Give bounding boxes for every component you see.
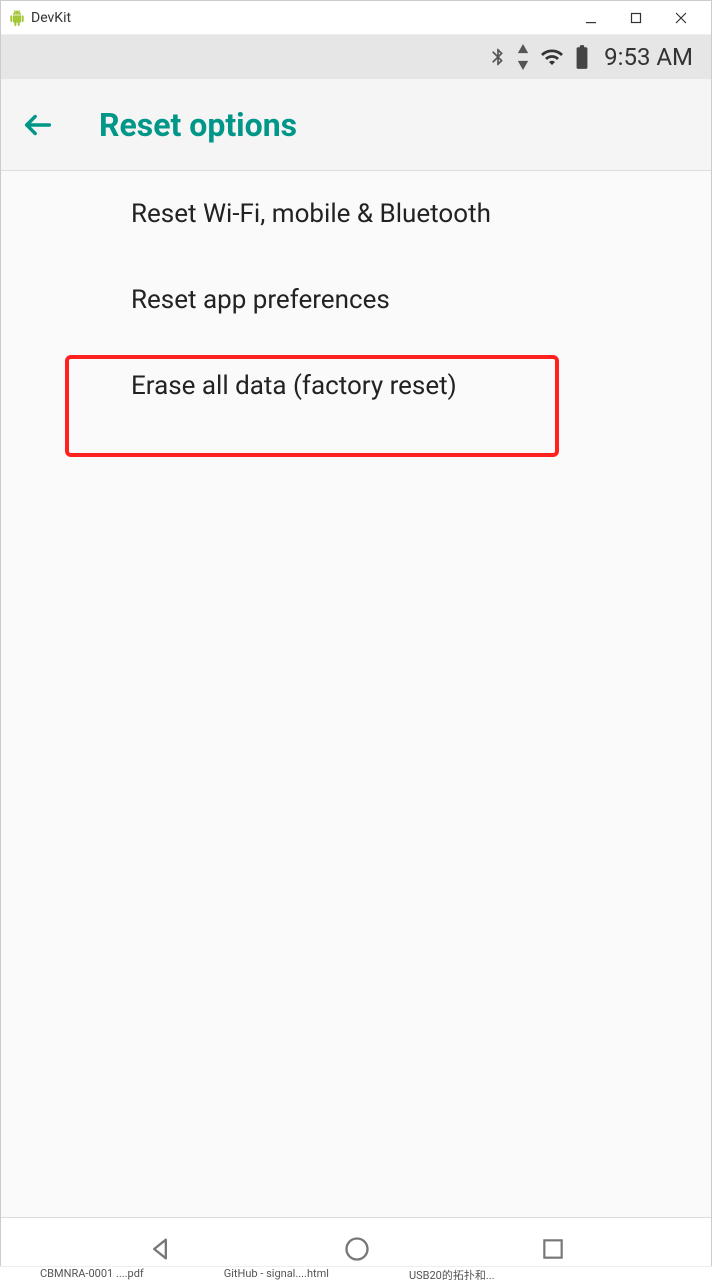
app-window: DevKit 9:53 AM [0, 0, 712, 1280]
option-label: Reset app preferences [131, 285, 390, 315]
taskbar-item: USB20的拓扑和... [369, 1267, 535, 1280]
erase-all-data-factory-reset[interactable]: Erase all data (factory reset) [1, 343, 711, 429]
taskbar-item: CBMNRA-0001 ....pdf [0, 1267, 184, 1280]
app-bar: Reset options [1, 79, 711, 171]
status-time: 9:53 AM [604, 43, 693, 71]
page-title: Reset options [99, 106, 297, 144]
window-title: DevKit [31, 10, 562, 26]
back-arrow-icon[interactable] [21, 108, 55, 142]
nav-recent-icon[interactable] [540, 1236, 566, 1262]
data-icon [516, 44, 530, 70]
maximize-button[interactable] [613, 3, 658, 33]
reset-app-preferences[interactable]: Reset app preferences [1, 257, 711, 343]
content-area: Reset Wi-Fi, mobile & Bluetooth Reset ap… [1, 171, 711, 1217]
option-label: Reset Wi-Fi, mobile & Bluetooth [131, 199, 491, 229]
window-controls [568, 3, 703, 33]
window-titlebar: DevKit [1, 1, 711, 35]
host-taskbar-peek: CBMNRA-0001 ....pdf GitHub - signal....h… [0, 1266, 712, 1280]
taskbar-item: GitHub - signal....html [184, 1267, 369, 1280]
battery-icon [574, 44, 590, 70]
nav-back-icon[interactable] [146, 1235, 174, 1263]
option-label: Erase all data (factory reset) [131, 371, 457, 401]
minimize-button[interactable] [568, 3, 613, 33]
wifi-icon [538, 45, 566, 69]
reset-wifi-mobile-bluetooth[interactable]: Reset Wi-Fi, mobile & Bluetooth [1, 171, 711, 257]
android-icon [9, 10, 25, 26]
status-bar: 9:53 AM [1, 35, 711, 79]
close-button[interactable] [658, 3, 703, 33]
nav-home-icon[interactable] [343, 1235, 371, 1263]
bluetooth-icon [488, 44, 508, 70]
